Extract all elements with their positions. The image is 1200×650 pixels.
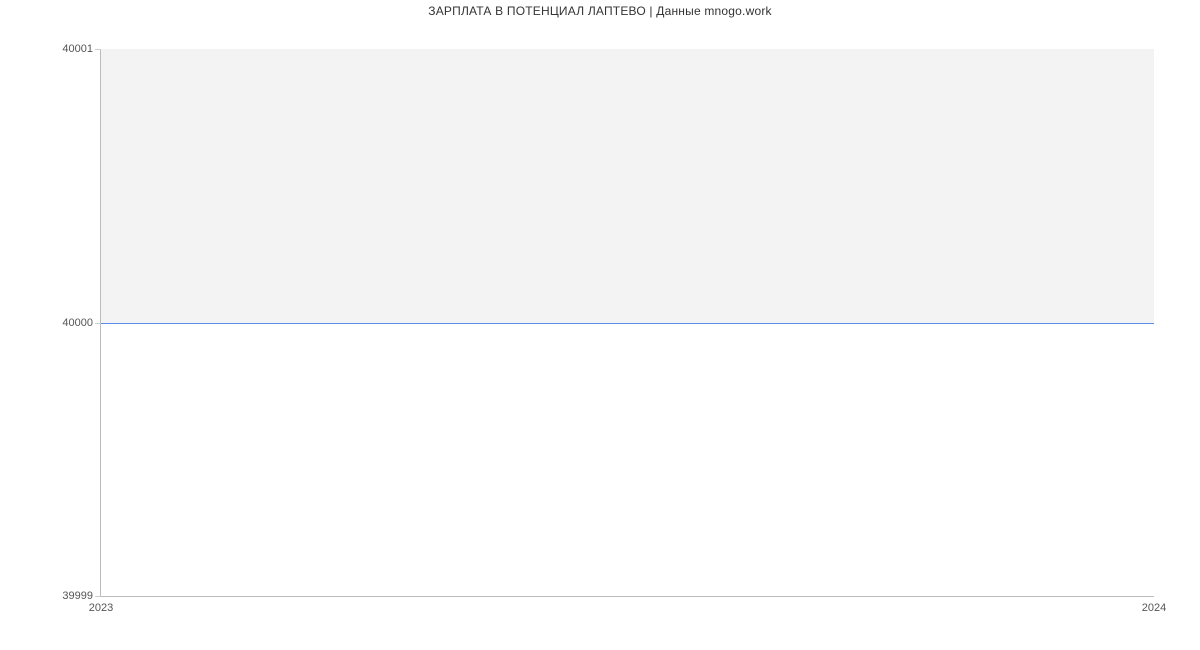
y-tick-label: 39999 (62, 590, 93, 602)
chart-container: ЗАРПЛАТА В ПОТЕНЦИАЛ ЛАПТЕВО | Данные mn… (0, 0, 1200, 650)
y-tick-label: 40000 (62, 317, 93, 329)
data-line-series-0 (101, 323, 1154, 324)
y-tick-mark (95, 596, 101, 597)
chart-title: ЗАРПЛАТА В ПОТЕНЦИАЛ ЛАПТЕВО | Данные mn… (0, 4, 1200, 18)
plot-area: 40001 40000 39999 2023 2024 (100, 49, 1154, 597)
x-tick-label: 2024 (1142, 602, 1166, 614)
x-tick-label: 2023 (89, 602, 113, 614)
y-tick-mark (95, 49, 101, 50)
plot-background-upper (101, 49, 1154, 323)
y-tick-label: 40001 (62, 43, 93, 55)
